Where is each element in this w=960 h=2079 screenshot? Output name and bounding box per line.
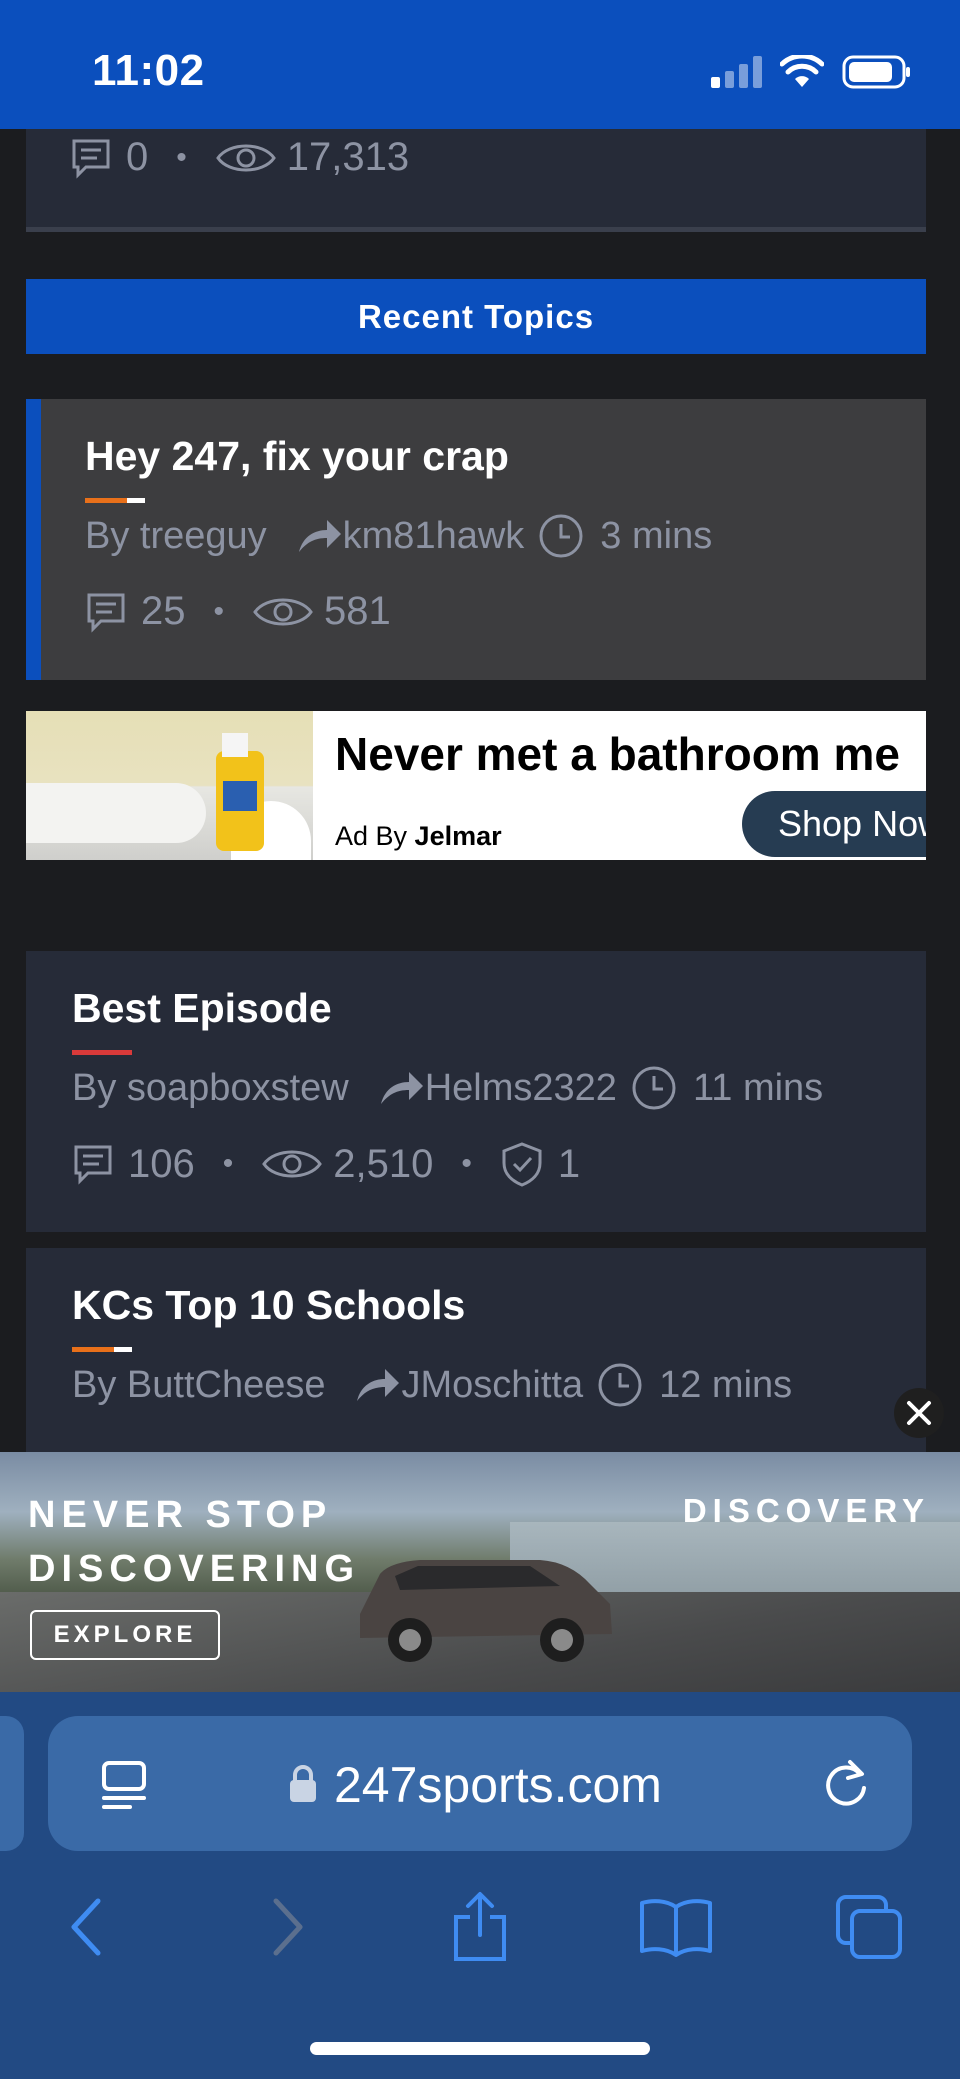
topic-card[interactable]: Hey 247, fix your crap By treeguy km81ha… (26, 399, 926, 680)
comment-count: 0 (126, 135, 149, 179)
author[interactable]: By ButtCheese (72, 1364, 325, 1407)
share-icon (454, 1892, 506, 1961)
close-icon (907, 1401, 931, 1425)
car-image (360, 1560, 612, 1662)
reload-icon[interactable] (820, 1758, 872, 1810)
comment-count: 25 (141, 589, 186, 633)
tabs-button[interactable] (830, 1887, 910, 1967)
topic-time: 11 mins (692, 1066, 824, 1109)
eye-icon (215, 144, 276, 171)
wifi-icon (780, 55, 824, 87)
topic-stats: 25 • 581 (85, 589, 391, 634)
author[interactable]: By treeguy (85, 515, 267, 558)
view-count: 2,510 (333, 1141, 434, 1186)
author[interactable]: By soapboxstew (72, 1067, 349, 1110)
topic-stats: 106 • 2,510 • 1 (72, 1141, 580, 1187)
comment-icon (74, 1145, 112, 1185)
explore-button[interactable]: EXPLORE (30, 1610, 220, 1660)
topic-title[interactable]: KCs Top 10 Schools (72, 1282, 465, 1329)
topic-time: 12 mins (659, 1363, 793, 1406)
bookmarks-button[interactable] (636, 1887, 716, 1967)
comment-icon (72, 139, 110, 179)
topic-card-partial[interactable]: 0 • 17,313 (26, 129, 926, 232)
status-time: 11:02 (92, 46, 205, 95)
book-icon (640, 1899, 712, 1957)
topic-card[interactable]: Best Episode By soapboxstew Helms2322 11… (26, 951, 926, 1232)
eye-icon (253, 598, 313, 625)
signal-icon (711, 56, 762, 88)
reply-arrow-icon (298, 520, 341, 552)
reply-arrow-icon (380, 1072, 423, 1104)
ad-brand: DISCOVERY (682, 1492, 930, 1529)
address-bar[interactable]: 247sports.com (48, 1716, 912, 1851)
url-text[interactable]: 247sports.com (334, 1756, 662, 1814)
battery-icon (842, 55, 910, 89)
last-reply-user[interactable]: Helms2322 (425, 1067, 617, 1110)
chevron-left-icon (71, 1898, 101, 1956)
home-indicator (310, 2042, 650, 2055)
clock-icon (539, 514, 583, 558)
ad-advertiser: Jelmar (414, 821, 502, 851)
comment-icon (87, 593, 125, 633)
topic-byline: By ButtCheese JMoschitta 12 mins (72, 1362, 792, 1408)
eye-icon (262, 1150, 323, 1178)
status-icons (711, 54, 912, 90)
clock-icon (632, 1066, 676, 1110)
ad-banner-car[interactable]: NEVER STOP DISCOVERING DISCOVERY EXPLORE (0, 1452, 960, 1692)
reply-arrow-icon (357, 1369, 400, 1401)
shop-now-button[interactable]: Shop Now (742, 791, 926, 857)
reader-icon[interactable] (100, 1760, 150, 1810)
recent-topics-header: Recent Topics (26, 279, 926, 354)
comment-count: 106 (128, 1141, 195, 1186)
view-count: 581 (324, 589, 391, 633)
topic-time: 3 mins (600, 514, 713, 557)
topic-card[interactable]: KCs Top 10 Schools By ButtCheese JMoschi… (26, 1248, 926, 1452)
status-bar: 11:02 (0, 0, 960, 129)
topic-stats: 0 • 17,313 (70, 135, 409, 180)
tabs-icon (836, 1895, 902, 1959)
topic-byline: By treeguy km81hawk 3 mins (85, 513, 712, 559)
view-count: 17,313 (286, 135, 410, 179)
clock-icon (598, 1363, 642, 1407)
share-button[interactable] (440, 1887, 520, 1967)
title-underline (85, 498, 145, 503)
lock-icon (290, 1765, 316, 1802)
close-ad-button[interactable] (894, 1388, 944, 1438)
ad-banner-bathroom[interactable]: Never met a bathroom me Ad By Jelmar Sho… (26, 711, 926, 860)
topic-byline: By soapboxstew Helms2322 11 mins (72, 1065, 823, 1111)
previous-tab-edge[interactable] (0, 1716, 24, 1851)
browser-toolbar: 247sports.com (0, 1692, 960, 2079)
title-underline (72, 1050, 132, 1055)
ad-product-image (26, 711, 313, 860)
ad-tagline: NEVER STOP DISCOVERING (28, 1494, 361, 1590)
ad-attribution: Ad By Jelmar (335, 821, 502, 851)
shield-count: 1 (557, 1141, 581, 1186)
ad-headline: Never met a bathroom me (335, 728, 900, 780)
shield-icon (502, 1142, 542, 1187)
back-button[interactable] (46, 1887, 126, 1967)
topic-title[interactable]: Best Episode (72, 985, 332, 1032)
topic-title[interactable]: Hey 247, fix your crap (85, 433, 509, 480)
last-reply-user[interactable]: km81hawk (343, 515, 525, 558)
title-underline (72, 1347, 132, 1352)
forward-button[interactable] (248, 1887, 328, 1967)
last-reply-user[interactable]: JMoschitta (401, 1364, 583, 1407)
chevron-right-icon (273, 1898, 303, 1956)
